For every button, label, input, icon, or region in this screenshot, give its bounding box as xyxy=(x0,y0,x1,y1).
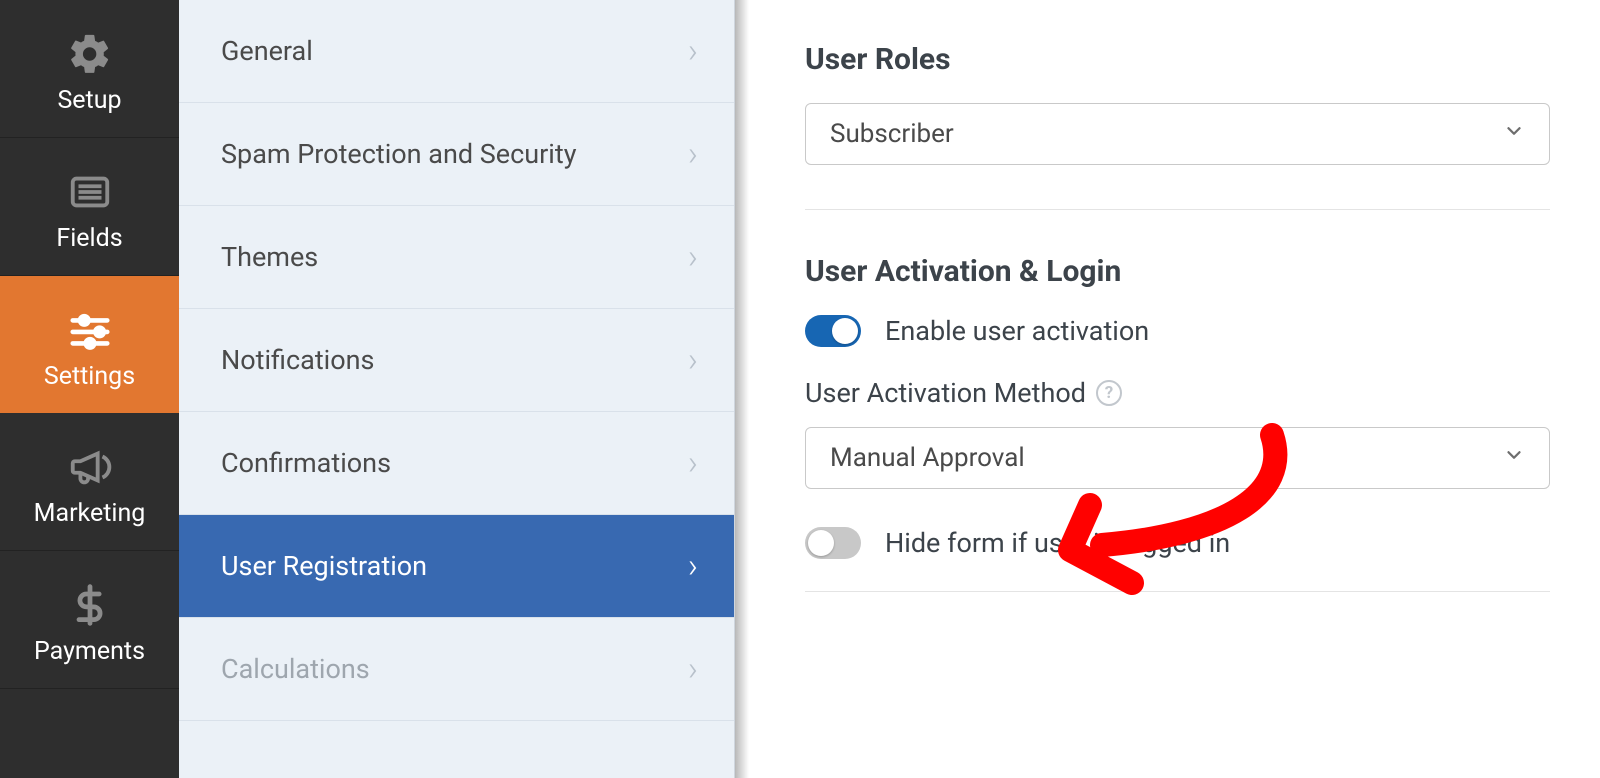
nav-label: Payments xyxy=(34,637,145,666)
settings-item-themes[interactable]: Themes › xyxy=(179,206,734,309)
sliders-icon xyxy=(64,304,116,356)
chevron-right-icon: › xyxy=(688,31,698,71)
divider xyxy=(805,209,1550,210)
hide-form-label: Hide form if user is logged in xyxy=(885,527,1230,559)
nav-item-setup[interactable]: Setup xyxy=(0,0,179,138)
divider xyxy=(805,591,1550,592)
settings-item-general[interactable]: General › xyxy=(179,0,734,103)
bullhorn-icon xyxy=(64,441,116,493)
enable-activation-row: Enable user activation xyxy=(805,315,1548,347)
panel-shadow xyxy=(735,0,749,778)
activation-method-value: Manual Approval xyxy=(830,443,1025,473)
nav-label: Setup xyxy=(57,86,121,115)
nav-item-settings[interactable]: Settings xyxy=(0,276,179,413)
nav-label: Marketing xyxy=(34,499,146,528)
content-panel: User Roles Subscriber User Activation & … xyxy=(749,0,1600,778)
user-role-value: Subscriber xyxy=(830,119,954,149)
settings-item-label: Spam Protection and Security xyxy=(221,138,576,170)
dollar-icon xyxy=(64,579,116,631)
settings-item-calculations[interactable]: Calculations › xyxy=(179,618,734,721)
enable-activation-toggle[interactable] xyxy=(805,315,861,347)
settings-item-user-registration[interactable]: User Registration › xyxy=(179,515,734,618)
user-role-select[interactable]: Subscriber xyxy=(805,103,1550,165)
activation-method-label-row: User Activation Method ? xyxy=(805,377,1548,409)
gear-icon xyxy=(64,28,116,80)
nav-item-marketing[interactable]: Marketing xyxy=(0,413,179,551)
chevron-down-icon xyxy=(1503,119,1525,149)
chevron-right-icon: › xyxy=(688,134,698,174)
activation-method-label: User Activation Method xyxy=(805,377,1086,409)
chevron-right-icon: › xyxy=(688,237,698,277)
help-icon[interactable]: ? xyxy=(1096,380,1122,406)
hide-form-toggle[interactable] xyxy=(805,527,861,559)
section-title-activation: User Activation & Login xyxy=(805,254,1548,289)
settings-item-confirmations[interactable]: Confirmations › xyxy=(179,412,734,515)
chevron-right-icon: › xyxy=(688,443,698,483)
hide-form-row: Hide form if user is logged in xyxy=(805,527,1548,559)
chevron-down-icon xyxy=(1503,443,1525,473)
settings-item-label: Themes xyxy=(221,241,318,273)
enable-activation-label: Enable user activation xyxy=(885,315,1149,347)
nav-item-fields[interactable]: Fields xyxy=(0,138,179,276)
settings-item-spam[interactable]: Spam Protection and Security › xyxy=(179,103,734,206)
settings-item-notifications[interactable]: Notifications › xyxy=(179,309,734,412)
chevron-right-icon: › xyxy=(688,340,698,380)
nav-label: Fields xyxy=(56,224,122,253)
settings-item-label: General xyxy=(221,35,313,67)
settings-list: General › Spam Protection and Security ›… xyxy=(179,0,735,778)
primary-nav: Setup Fields Settings Marketing Payments xyxy=(0,0,179,778)
nav-label: Settings xyxy=(44,362,135,391)
chevron-right-icon: › xyxy=(688,649,698,689)
list-icon xyxy=(64,166,116,218)
settings-item-label: Notifications xyxy=(221,344,374,376)
settings-item-label: Calculations xyxy=(221,653,370,685)
settings-item-label: Confirmations xyxy=(221,447,391,479)
section-title-user-roles: User Roles xyxy=(805,42,1548,77)
nav-item-payments[interactable]: Payments xyxy=(0,551,179,689)
chevron-right-icon: › xyxy=(688,546,698,586)
settings-item-label: User Registration xyxy=(221,550,427,582)
activation-method-select[interactable]: Manual Approval xyxy=(805,427,1550,489)
